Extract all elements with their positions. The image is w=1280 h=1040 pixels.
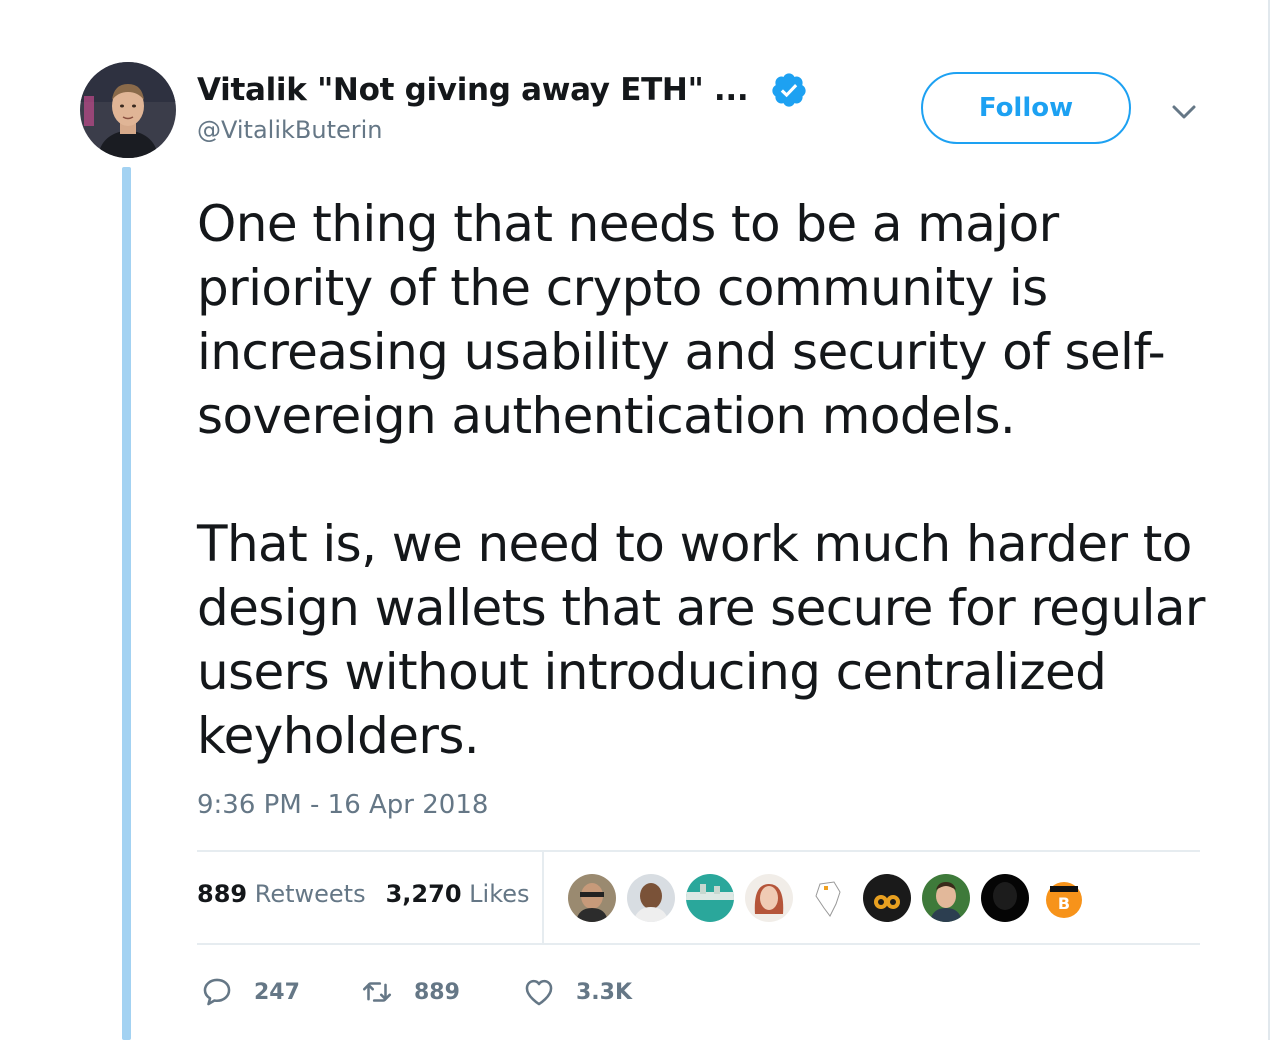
retweets-stat-label: Retweets bbox=[254, 880, 366, 908]
tweet-actions: 247 889 3.3K bbox=[200, 975, 632, 1009]
liker-avatar-4[interactable] bbox=[745, 874, 793, 922]
liker-avatar-2[interactable] bbox=[627, 874, 675, 922]
tweet-text-line: users without introducing centralized bbox=[197, 643, 1107, 701]
liker-avatar-1[interactable] bbox=[568, 874, 616, 922]
tweet-text-line: One thing that needs to be a major bbox=[197, 195, 1059, 253]
reply-count: 247 bbox=[254, 979, 300, 1005]
liker-avatar-3[interactable] bbox=[686, 874, 734, 922]
tweet-text-line: design wallets that are secure for regul… bbox=[197, 579, 1205, 637]
likes-stat-label: Likes bbox=[469, 880, 530, 908]
tweet-text-line: priority of the crypto community is bbox=[197, 259, 1048, 317]
likes-stat-count: 3,270 bbox=[385, 880, 462, 908]
retweets-stat[interactable]: 889 Retweets bbox=[197, 880, 366, 908]
heart-icon bbox=[525, 979, 553, 1006]
retweets-stat-count: 889 bbox=[197, 880, 248, 908]
author-handle[interactable]: @VitalikButerin bbox=[197, 116, 808, 144]
svg-text:B: B bbox=[1058, 894, 1070, 913]
tweet-stats: 889 Retweets 3,270 Likes bbox=[197, 880, 530, 908]
liker-avatar-6[interactable] bbox=[863, 874, 911, 922]
retweet-icon bbox=[362, 982, 392, 1002]
tweet-text: One thing that needs to be a major prior… bbox=[197, 192, 1207, 768]
tweet-text-line: That is, we need to work much harder to bbox=[197, 515, 1192, 573]
author-name-row: Vitalik "Not giving away ETH" ... bbox=[197, 68, 808, 112]
liker-avatar-7[interactable] bbox=[922, 874, 970, 922]
tweet-paragraph: That is, we need to work much harder to … bbox=[197, 512, 1207, 768]
stats-vertical-divider bbox=[542, 852, 544, 943]
tweet-text-line: keyholders. bbox=[197, 707, 480, 765]
like-button[interactable]: 3.3K bbox=[522, 975, 632, 1009]
likes-stat[interactable]: 3,270 Likes bbox=[386, 880, 530, 908]
liker-avatar-8[interactable] bbox=[981, 874, 1029, 922]
tweet-text-line: sovereign authentication models. bbox=[197, 387, 1016, 445]
stats-divider-bottom bbox=[197, 943, 1200, 945]
author-avatar[interactable] bbox=[80, 62, 176, 158]
retweet-button[interactable]: 889 bbox=[360, 975, 522, 1009]
author-display-name[interactable]: Vitalik "Not giving away ETH" ... bbox=[197, 72, 749, 108]
stats-divider-top bbox=[197, 850, 1200, 852]
tweet-paragraph: One thing that needs to be a major prior… bbox=[197, 192, 1207, 448]
liker-avatar-9[interactable]: B bbox=[1040, 874, 1088, 922]
like-count: 3.3K bbox=[576, 979, 633, 1005]
tweet-timestamp[interactable]: 9:36 PM - 16 Apr 2018 bbox=[197, 790, 488, 820]
chevron-down-icon[interactable] bbox=[1168, 98, 1200, 126]
reply-icon bbox=[203, 978, 231, 1006]
follow-button[interactable]: Follow bbox=[921, 72, 1131, 144]
thread-connector-line bbox=[122, 167, 131, 1040]
liker-avatars: B bbox=[568, 874, 1099, 922]
verified-badge-icon bbox=[772, 73, 806, 107]
reply-button[interactable]: 247 bbox=[200, 975, 360, 1009]
window-edge bbox=[1268, 0, 1280, 1040]
tweet-text-line: increasing usability and security of sel… bbox=[197, 323, 1166, 381]
tweet-header: Vitalik "Not giving away ETH" ... @Vital… bbox=[197, 68, 808, 144]
liker-avatar-5[interactable] bbox=[804, 874, 852, 922]
retweet-count: 889 bbox=[414, 979, 460, 1005]
